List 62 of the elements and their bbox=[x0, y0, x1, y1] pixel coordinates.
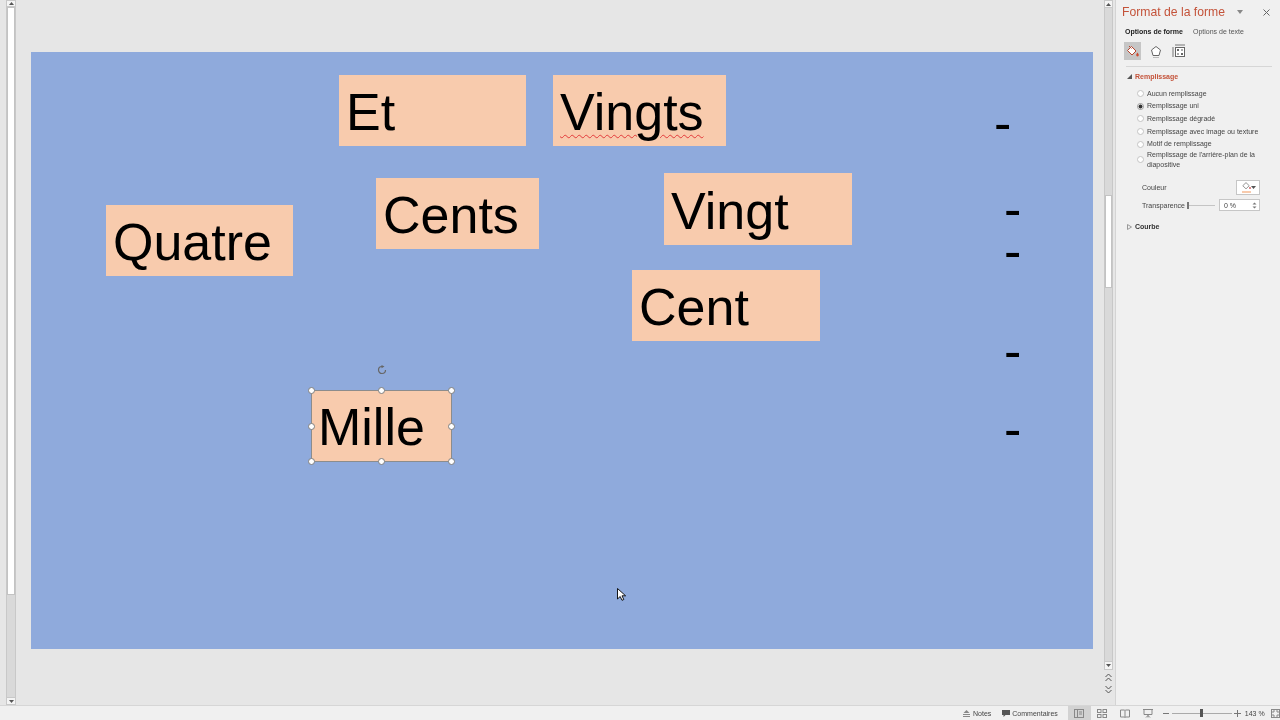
resize-handle[interactable] bbox=[378, 387, 385, 394]
grid-icon bbox=[1097, 708, 1108, 718]
radio-button[interactable] bbox=[1137, 89, 1144, 97]
minus-icon[interactable] bbox=[1162, 712, 1169, 714]
radio-button[interactable] bbox=[1137, 156, 1144, 164]
normal-view-icon bbox=[1074, 708, 1085, 718]
fit-window-icon[interactable] bbox=[1270, 708, 1280, 718]
hyphen-text: - bbox=[994, 97, 1012, 149]
rotate-handle-icon[interactable] bbox=[376, 365, 387, 375]
color-picker-button[interactable] bbox=[1236, 180, 1260, 196]
speech-bubble-icon bbox=[1002, 709, 1011, 717]
caret-right-icon[interactable] bbox=[1127, 223, 1132, 230]
book-icon bbox=[1120, 708, 1131, 718]
radio-button[interactable] bbox=[1137, 127, 1144, 135]
lines-icon bbox=[963, 709, 970, 717]
resize-handle[interactable] bbox=[448, 458, 455, 465]
caret-down-right-icon[interactable] bbox=[1127, 74, 1132, 79]
double-caret-up-icon[interactable] bbox=[1105, 673, 1112, 682]
text-shape[interactable]: Vingt bbox=[664, 173, 852, 245]
scrollbar-thumb[interactable] bbox=[1105, 195, 1112, 288]
resize-handle[interactable] bbox=[378, 458, 385, 465]
close-icon[interactable] bbox=[1263, 8, 1270, 16]
text-shape[interactable]: Vingts bbox=[553, 75, 726, 146]
layout-icon bbox=[1171, 44, 1186, 58]
caret-down-icon bbox=[1251, 186, 1256, 190]
category-tab[interactable] bbox=[1170, 42, 1187, 60]
caret-down-icon[interactable] bbox=[1237, 10, 1243, 14]
radio-button[interactable] bbox=[1137, 140, 1144, 148]
scroll-up-button[interactable] bbox=[6, 0, 16, 7]
resize-handle[interactable] bbox=[308, 422, 315, 430]
scroll-down-button[interactable] bbox=[6, 697, 16, 705]
caret-up-icon bbox=[1106, 2, 1111, 6]
double-caret-down-icon[interactable] bbox=[1105, 685, 1112, 694]
radio-button[interactable] bbox=[1137, 115, 1144, 123]
zoom-slider-thumb[interactable] bbox=[1200, 709, 1204, 717]
text-shape[interactable]: Cent bbox=[632, 270, 820, 341]
view-button[interactable] bbox=[1067, 706, 1091, 720]
scroll-up-button[interactable] bbox=[1104, 0, 1113, 8]
plus-icon[interactable] bbox=[1233, 709, 1241, 717]
text-shape[interactable]: Et bbox=[339, 75, 526, 146]
resize-handle[interactable] bbox=[448, 387, 455, 394]
paint-bucket-icon bbox=[1125, 44, 1140, 58]
text-shape[interactable]: Cents bbox=[376, 178, 539, 249]
caret-down-icon bbox=[8, 699, 14, 703]
hyphen-text: - bbox=[1004, 325, 1022, 377]
text-shape[interactable]: Quatre bbox=[106, 205, 293, 276]
mouse-pointer-icon bbox=[617, 588, 626, 601]
scrollbar-thumb[interactable] bbox=[7, 7, 15, 595]
hyphen-text: - bbox=[1004, 403, 1022, 455]
pentagon-icon bbox=[1149, 44, 1162, 58]
resize-handle[interactable] bbox=[308, 387, 315, 394]
resize-handle[interactable] bbox=[448, 422, 455, 430]
pane-title: Format de la forme bbox=[1122, 5, 1226, 19]
paint-bucket-icon bbox=[1242, 182, 1251, 191]
spin-arrows-icon[interactable] bbox=[1252, 200, 1257, 210]
scroll-down-button[interactable] bbox=[1104, 661, 1113, 670]
category-tab[interactable] bbox=[1124, 42, 1141, 60]
caret-down-icon bbox=[1106, 664, 1111, 667]
caret-up-icon bbox=[8, 2, 14, 5]
radio-button[interactable] bbox=[1137, 102, 1144, 110]
projector-screen-icon bbox=[1143, 708, 1154, 718]
resize-handle[interactable] bbox=[308, 458, 315, 465]
